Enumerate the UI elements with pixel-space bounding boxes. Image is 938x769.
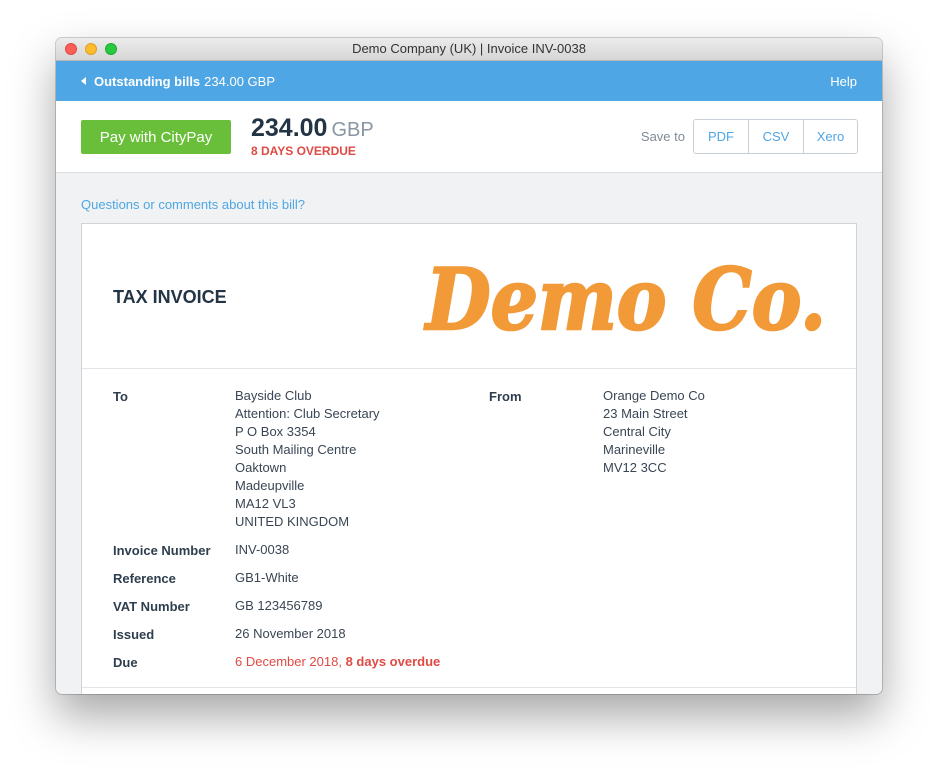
vat-number-label: VAT Number [113,599,190,614]
from-address-line: 23 Main Street [603,406,688,421]
to-address-line: UNITED KINGDOM [235,514,350,529]
save-csv-button[interactable]: CSV [748,120,803,153]
to-address-line: P O Box 3354 [235,424,316,439]
invoice-number-value: INV-0038 [235,542,290,557]
invoice-heading: TAX INVOICE [113,287,227,307]
from-address-line: Central City [603,424,671,439]
close-window-button[interactable] [65,43,77,55]
title-bar: Demo Company (UK) | Invoice INV-0038 [56,38,882,61]
overdue-badge: 8 DAYS OVERDUE [251,144,356,158]
save-pdf-button[interactable]: PDF [694,120,748,153]
invoice-card: TAX INVOICE Demo Co. To Bayside Club Att… [81,223,857,694]
save-to-button-group: PDF CSV Xero [693,119,858,154]
to-address-line: South Mailing Centre [235,442,357,457]
reference-label: Reference [113,571,176,586]
due-value: 6 December 2018, 8 days overdue [235,653,440,671]
from-address-line: Marineville [603,442,666,457]
outstanding-bills-back-link[interactable]: Outstanding bills 234.00 GBP [81,74,275,89]
pay-with-citypay-button[interactable]: Pay with CityPay [81,120,231,154]
issued-label: Issued [113,627,155,642]
window-title: Demo Company (UK) | Invoice INV-0038 [352,41,586,56]
from-address: Orange Demo Co 23 Main Street Central Ci… [603,387,705,477]
vat-number-value: GB 123456789 [235,598,323,613]
amount-currency: GBP [331,119,374,141]
invoice-header: TAX INVOICE Demo Co. [82,224,856,369]
to-address-line: Bayside Club [235,388,312,403]
back-link-amount: 234.00 GBP [204,73,275,89]
amount-value: 234.00 [251,114,328,142]
due-date: 6 December 2018, [235,654,342,669]
questions-link[interactable]: Questions or comments about this bill? [81,197,305,212]
app-window: Demo Company (UK) | Invoice INV-0038 Out… [56,38,882,694]
invoice-divider [82,687,856,688]
save-to-label: Save to [640,129,685,144]
to-address-line: Oaktown [235,460,287,475]
from-address-line: MV12 3CC [603,460,667,475]
top-nav-bar: Outstanding bills 234.00 GBP Help [56,61,882,101]
invoice-number-label: Invoice Number [113,543,211,558]
minimize-window-button[interactable] [85,43,97,55]
save-xero-button[interactable]: Xero [803,120,857,153]
to-address-line: Madeupville [235,478,305,493]
back-arrow-icon [81,77,86,85]
amount-due: 234.00 GBP [251,114,374,143]
due-overdue: 8 days overdue [345,654,441,669]
logo-text: Demo Co. [424,250,826,349]
to-address: Bayside Club Attention: Club Secretary P… [235,387,380,531]
reference-value: GB1-White [235,570,299,585]
payment-bar: Pay with CityPay 234.00 GBP 8 DAYS OVERDU… [56,101,882,173]
company-logo: Demo Co. [423,249,827,351]
invoice-content: Questions or comments about this bill? T… [56,173,882,694]
to-label: To [113,389,128,404]
issued-value: 26 November 2018 [235,626,346,641]
maximize-window-button[interactable] [105,43,117,55]
back-link-label: Outstanding bills [94,73,201,89]
to-address-line: Attention: Club Secretary [235,406,380,421]
due-label: Due [113,655,138,670]
from-address-line: Orange Demo Co [603,388,705,403]
window-controls [65,43,117,55]
from-label: From [489,389,522,404]
help-link[interactable]: Help [830,74,857,89]
to-address-line: MA12 VL3 [235,496,296,511]
